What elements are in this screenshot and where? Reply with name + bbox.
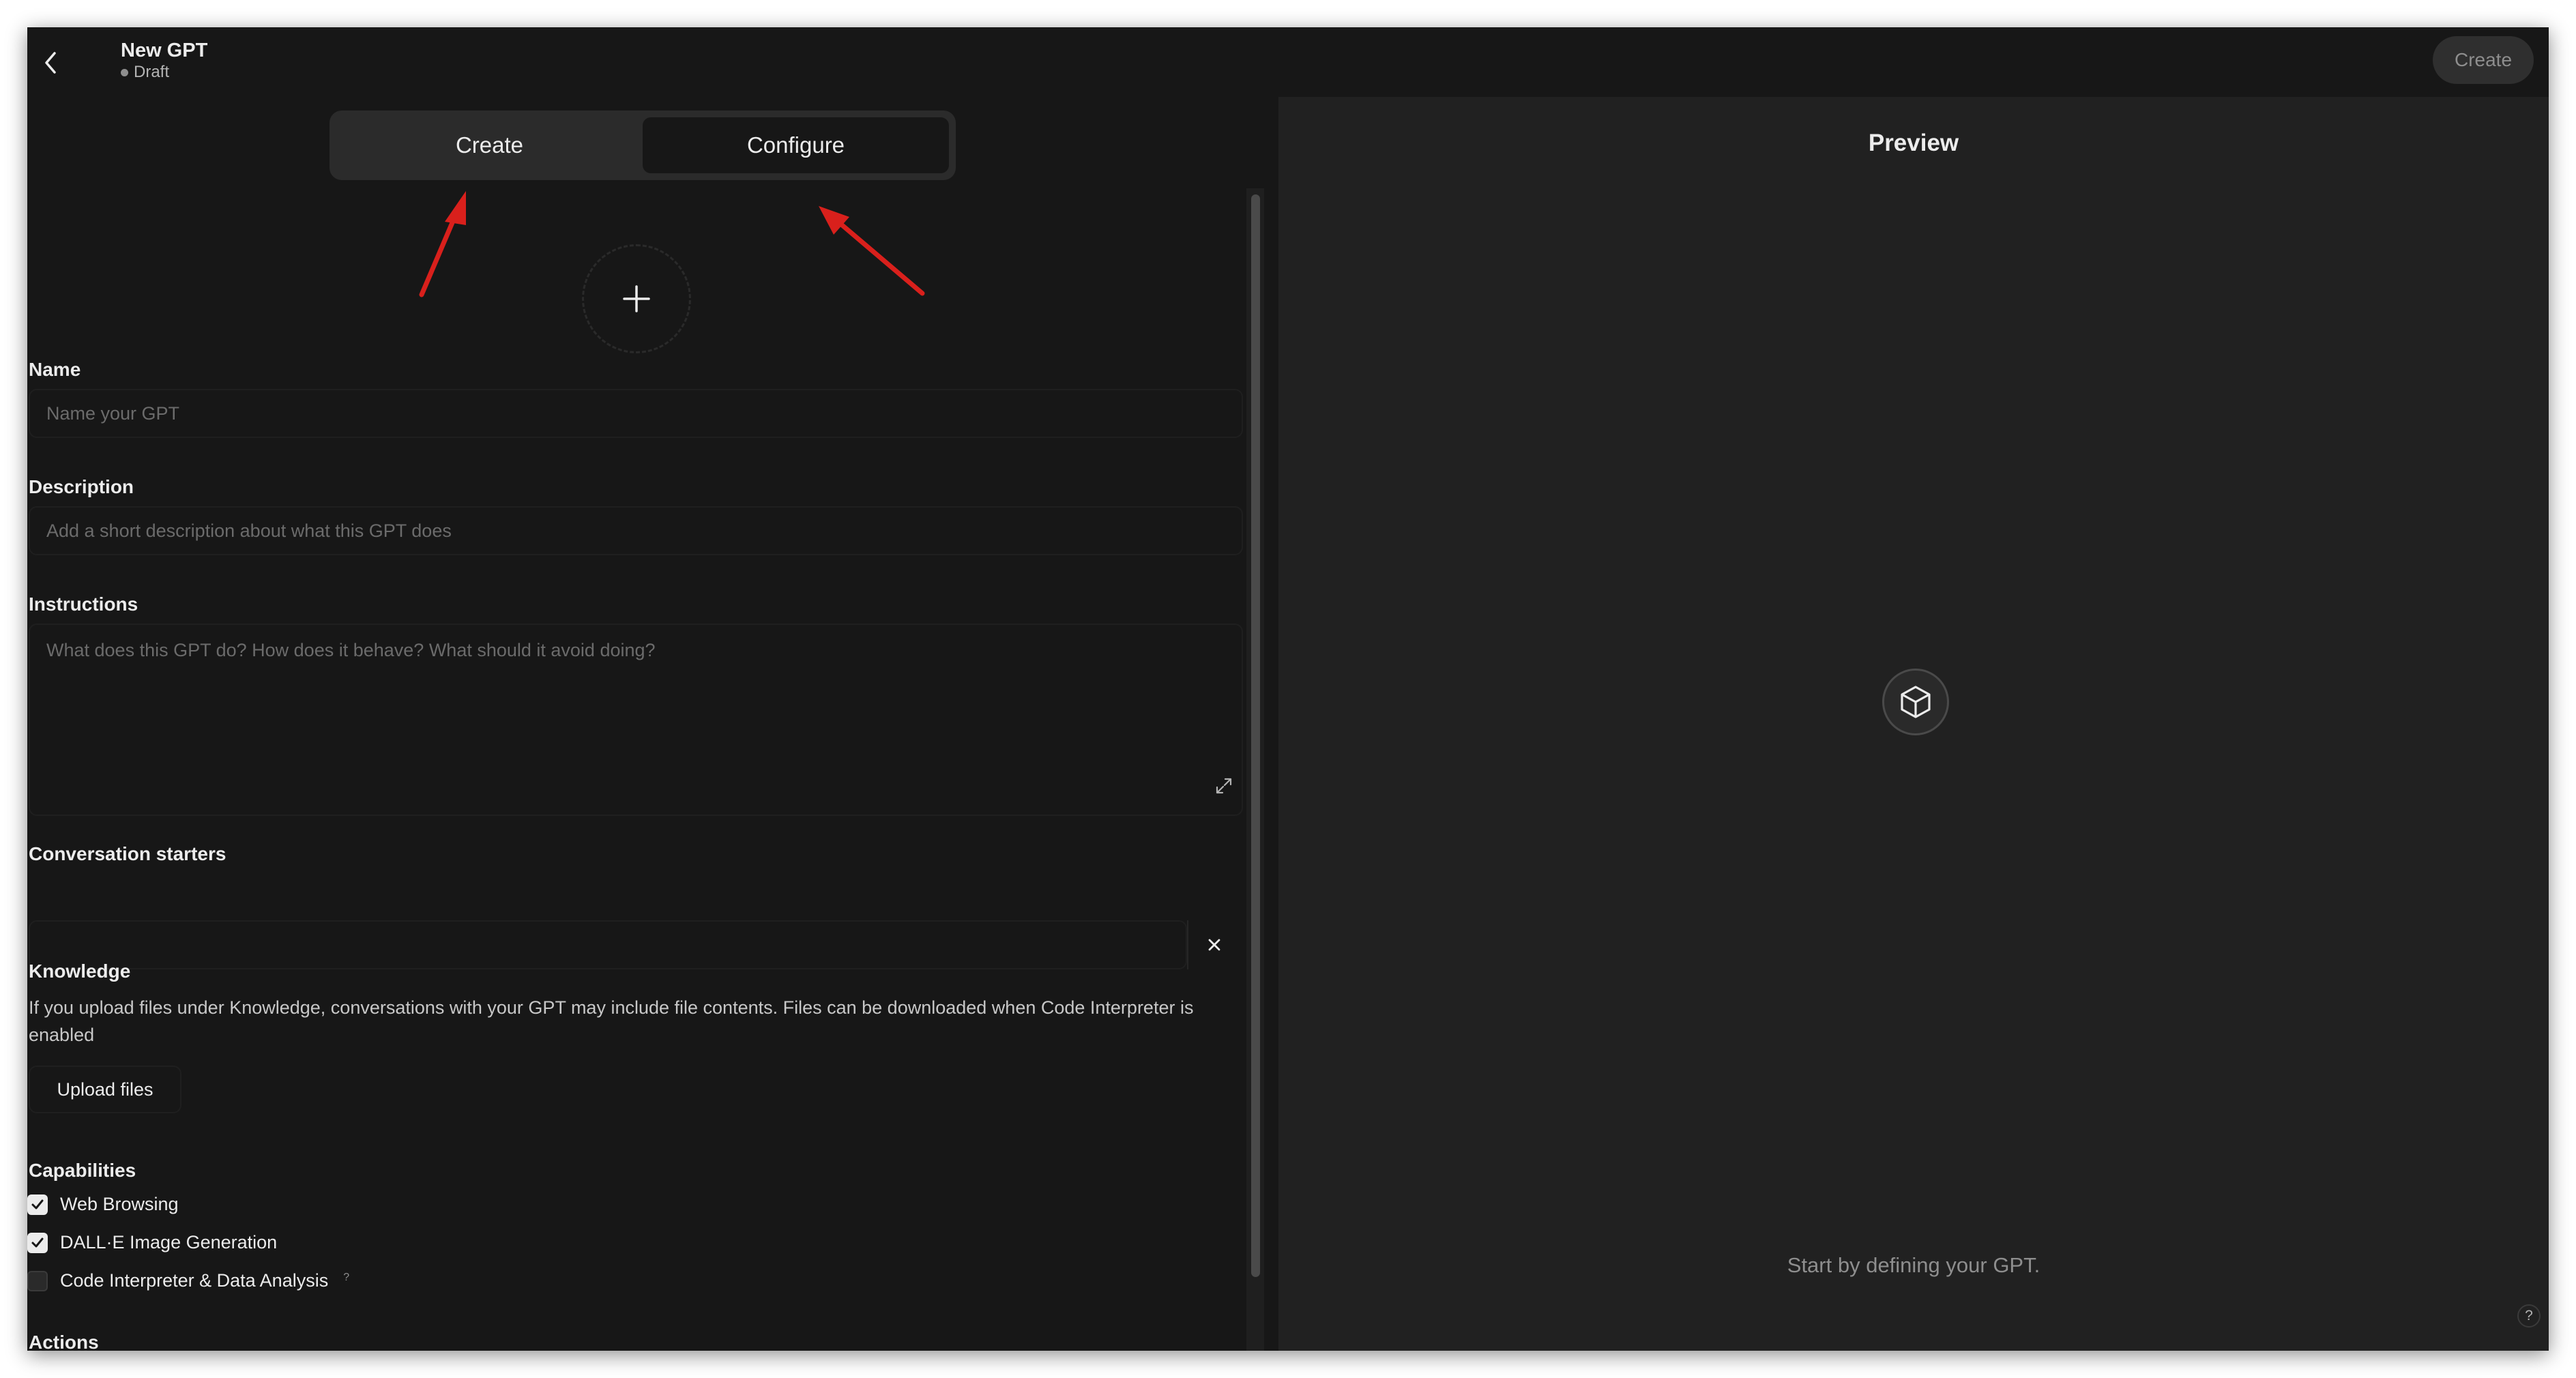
upload-files-button[interactable]: Upload files: [29, 1066, 181, 1113]
knowledge-label: Knowledge: [29, 961, 131, 982]
remove-starter-button[interactable]: [1187, 920, 1240, 969]
dalle-checkbox[interactable]: [27, 1232, 48, 1253]
back-button[interactable]: [27, 41, 75, 85]
create-button[interactable]: Create: [2433, 36, 2534, 84]
status-dot-icon: [121, 68, 128, 76]
expand-instructions-button[interactable]: [1207, 769, 1241, 803]
plus-icon: [623, 285, 650, 312]
conversation-starters-label: Conversation starters: [29, 843, 226, 864]
code-interpreter-help-icon[interactable]: ?: [343, 1272, 349, 1284]
add-avatar-button[interactable]: [582, 244, 691, 353]
gpt-avatar: [1882, 669, 1949, 735]
capability-code-interpreter: Code Interpreter & Data Analysis ?: [27, 1270, 349, 1291]
dalle-label: DALL·E Image Generation: [60, 1232, 278, 1252]
web-browsing-checkbox[interactable]: [27, 1194, 48, 1215]
scrollbar-thumb[interactable]: [1251, 194, 1260, 1277]
conversation-starter-input[interactable]: [29, 920, 1187, 969]
preview-panel: Preview Start by defining your GPT. ?: [1278, 97, 2549, 1351]
editor-panel: Create Configure Name Description Instru…: [27, 97, 1278, 1351]
expand-icon: [1216, 778, 1232, 794]
tab-configure[interactable]: Configure: [643, 117, 949, 173]
check-icon: [31, 1237, 44, 1247]
instructions-textarea[interactable]: [29, 624, 1243, 816]
preview-title: Preview: [1868, 130, 1959, 156]
cube-icon: [1901, 686, 1931, 718]
capabilities-label: Capabilities: [29, 1160, 136, 1181]
gpt-title: New GPT: [121, 40, 208, 61]
mode-tabs: Create Configure: [330, 111, 956, 180]
name-input[interactable]: [29, 389, 1243, 438]
name-label: Name: [29, 359, 81, 380]
code-interpreter-label: Code Interpreter & Data Analysis: [60, 1270, 329, 1291]
description-label: Description: [29, 476, 134, 497]
tab-create[interactable]: Create: [336, 117, 643, 173]
instructions-label: Instructions: [29, 593, 138, 615]
description-input[interactable]: [29, 506, 1243, 555]
chevron-left-icon: [45, 52, 56, 74]
actions-label: Actions: [29, 1332, 99, 1351]
knowledge-note: If you upload files under Knowledge, con…: [29, 997, 1194, 1045]
help-button[interactable]: ?: [2517, 1304, 2541, 1328]
draft-status: Draft: [121, 63, 207, 82]
capability-dalle: DALL·E Image Generation: [27, 1232, 277, 1253]
web-browsing-label: Web Browsing: [60, 1194, 179, 1214]
app-window: New GPT Draft Create Create Configure Na…: [27, 27, 2549, 1351]
preview-hint: Start by defining your GPT.: [1787, 1253, 2040, 1277]
capability-web-browsing: Web Browsing: [27, 1194, 179, 1215]
gpt-title-block: New GPT Draft: [121, 35, 207, 82]
code-interpreter-checkbox[interactable]: [27, 1270, 48, 1291]
status-text: Draft: [134, 63, 170, 81]
top-bar: New GPT Draft Create: [27, 27, 2549, 97]
check-icon: [31, 1199, 44, 1209]
close-icon: [1208, 939, 1220, 951]
